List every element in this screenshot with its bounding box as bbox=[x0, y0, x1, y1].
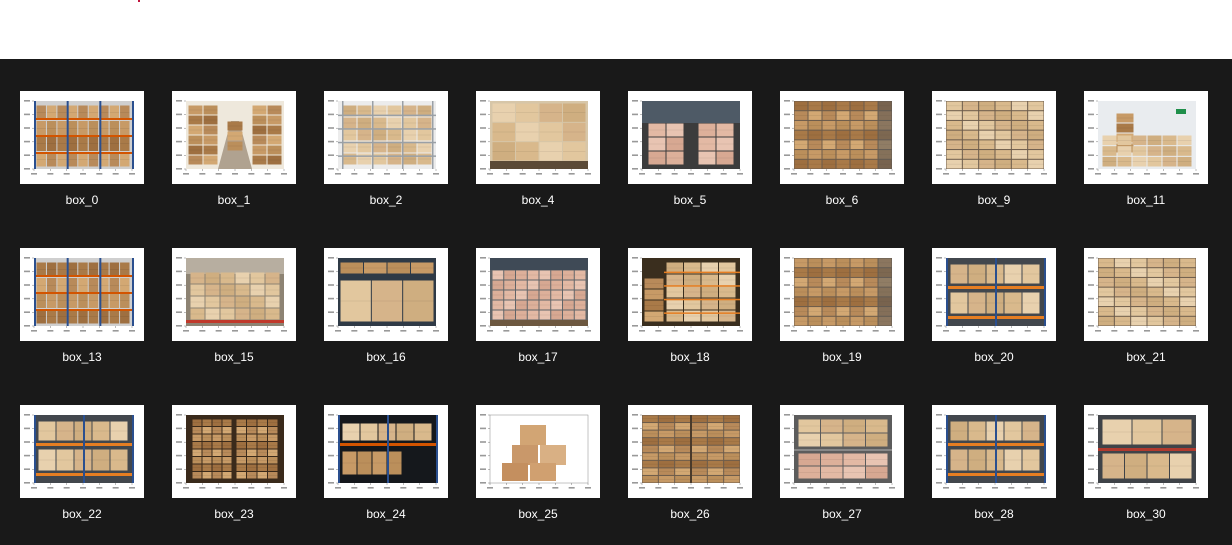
thumbnail-figure bbox=[328, 414, 439, 489]
thumbnail-figure bbox=[1088, 414, 1199, 489]
thumbnail-figure bbox=[24, 100, 135, 175]
gallery-item[interactable]: box_11 bbox=[1084, 91, 1208, 231]
gallery-item[interactable]: box_23 bbox=[172, 405, 296, 545]
thumbnail-figure bbox=[176, 257, 287, 332]
thumbnail-image[interactable] bbox=[628, 91, 752, 184]
gallery-item[interactable]: box_20 bbox=[932, 248, 1056, 388]
thumbnail-label: box_9 bbox=[977, 193, 1011, 207]
thumbnail-label: box_23 bbox=[214, 507, 254, 521]
gallery-item[interactable]: box_2 bbox=[324, 91, 448, 231]
thumbnail-image[interactable] bbox=[1084, 405, 1208, 498]
thumbnail-image[interactable] bbox=[780, 91, 904, 184]
thumbnail-image[interactable] bbox=[172, 91, 296, 184]
thumbnail-label: box_30 bbox=[1126, 507, 1166, 521]
thumbnail-label: box_18 bbox=[670, 350, 710, 364]
thumbnail-image[interactable] bbox=[780, 405, 904, 498]
gallery-item[interactable]: box_24 bbox=[324, 405, 448, 545]
thumbnail-image[interactable] bbox=[780, 248, 904, 341]
thumbnail-image[interactable] bbox=[324, 248, 448, 341]
thumbnail-figure bbox=[328, 100, 439, 175]
thumbnail-image[interactable] bbox=[476, 248, 600, 341]
thumbnail-figure bbox=[632, 257, 743, 332]
thumbnail-image[interactable] bbox=[324, 405, 448, 498]
thumbnail-label: box_26 bbox=[670, 507, 710, 521]
thumbnail-label: box_22 bbox=[62, 507, 102, 521]
thumbnail-image[interactable] bbox=[932, 248, 1056, 341]
thumbnail-figure bbox=[936, 257, 1047, 332]
gallery-item[interactable]: box_28 bbox=[932, 405, 1056, 545]
thumbnail-label: box_6 bbox=[825, 193, 859, 207]
thumbnail-image[interactable] bbox=[476, 405, 600, 498]
thumbnail-figure bbox=[24, 257, 135, 332]
thumbnail-figure bbox=[480, 257, 591, 332]
thumbnail-figure bbox=[176, 100, 287, 175]
thumbnail-label: box_1 bbox=[217, 193, 251, 207]
thumbnail-figure bbox=[784, 100, 895, 175]
thumbnail-figure bbox=[632, 100, 743, 175]
gallery-item[interactable]: box_27 bbox=[780, 405, 904, 545]
thumbnail-image[interactable] bbox=[324, 91, 448, 184]
thumbnail-image[interactable] bbox=[932, 91, 1056, 184]
thumbnail-label: box_13 bbox=[62, 350, 102, 364]
thumbnail-figure bbox=[784, 257, 895, 332]
gallery-item[interactable]: box_30 bbox=[1084, 405, 1208, 545]
thumbnail-image[interactable] bbox=[172, 248, 296, 341]
thumbnail-figure bbox=[328, 257, 439, 332]
header-bar bbox=[0, 0, 1232, 59]
thumbnail-label: box_25 bbox=[518, 507, 558, 521]
gallery-item[interactable]: box_4 bbox=[476, 91, 600, 231]
gallery-item[interactable]: box_0 bbox=[20, 91, 144, 231]
gallery-item[interactable]: box_15 bbox=[172, 248, 296, 388]
thumbnail-label: box_0 bbox=[65, 193, 99, 207]
thumbnail-label: box_17 bbox=[518, 350, 558, 364]
thumbnail-label: box_24 bbox=[366, 507, 406, 521]
gallery-item[interactable]: box_18 bbox=[628, 248, 752, 388]
gallery-item[interactable]: box_26 bbox=[628, 405, 752, 545]
thumbnail-label: box_28 bbox=[974, 507, 1014, 521]
thumbnail-image[interactable] bbox=[20, 91, 144, 184]
thumbnail-gallery: box_0 box_1 box_2 box_4 box_5 box_6 box_9 box_1… bbox=[0, 59, 1232, 531]
thumbnail-label: box_4 bbox=[521, 193, 555, 207]
thumbnail-label: box_2 bbox=[369, 193, 403, 207]
thumbnail-label: box_15 bbox=[214, 350, 254, 364]
gallery-item[interactable]: box_25 bbox=[476, 405, 600, 545]
thumbnail-figure bbox=[176, 414, 287, 489]
thumbnail-label: box_19 bbox=[822, 350, 862, 364]
header-marker bbox=[138, 0, 140, 2]
thumbnail-figure bbox=[24, 414, 135, 489]
thumbnail-image[interactable] bbox=[172, 405, 296, 498]
thumbnail-figure bbox=[1088, 100, 1199, 175]
thumbnail-figure bbox=[936, 414, 1047, 489]
thumbnail-image[interactable] bbox=[1084, 91, 1208, 184]
thumbnail-image[interactable] bbox=[1084, 248, 1208, 341]
thumbnail-image[interactable] bbox=[20, 405, 144, 498]
thumbnail-label: box_11 bbox=[1126, 193, 1166, 207]
thumbnail-figure bbox=[936, 100, 1047, 175]
gallery-item[interactable]: box_6 bbox=[780, 91, 904, 231]
thumbnail-figure bbox=[784, 414, 895, 489]
gallery-item[interactable]: box_22 bbox=[20, 405, 144, 545]
gallery-item[interactable]: box_9 bbox=[932, 91, 1056, 231]
thumbnail-figure bbox=[632, 414, 743, 489]
gallery-item[interactable]: box_13 bbox=[20, 248, 144, 388]
thumbnail-label: box_20 bbox=[974, 350, 1014, 364]
gallery-item[interactable]: box_5 bbox=[628, 91, 752, 231]
thumbnail-label: box_21 bbox=[1126, 350, 1166, 364]
thumbnail-image[interactable] bbox=[628, 405, 752, 498]
thumbnail-figure bbox=[1088, 257, 1199, 332]
thumbnail-image[interactable] bbox=[20, 248, 144, 341]
thumbnail-image[interactable] bbox=[476, 91, 600, 184]
gallery-item[interactable]: box_16 bbox=[324, 248, 448, 388]
gallery-item[interactable]: box_1 bbox=[172, 91, 296, 231]
gallery-item[interactable]: box_19 bbox=[780, 248, 904, 388]
thumbnail-label: box_16 bbox=[366, 350, 406, 364]
gallery-item[interactable]: box_21 bbox=[1084, 248, 1208, 388]
thumbnail-image[interactable] bbox=[932, 405, 1056, 498]
gallery-item[interactable]: box_17 bbox=[476, 248, 600, 388]
thumbnail-figure bbox=[480, 414, 591, 489]
thumbnail-label: box_5 bbox=[673, 193, 707, 207]
thumbnail-image[interactable] bbox=[628, 248, 752, 341]
thumbnail-label: box_27 bbox=[822, 507, 862, 521]
thumbnail-figure bbox=[480, 100, 591, 175]
